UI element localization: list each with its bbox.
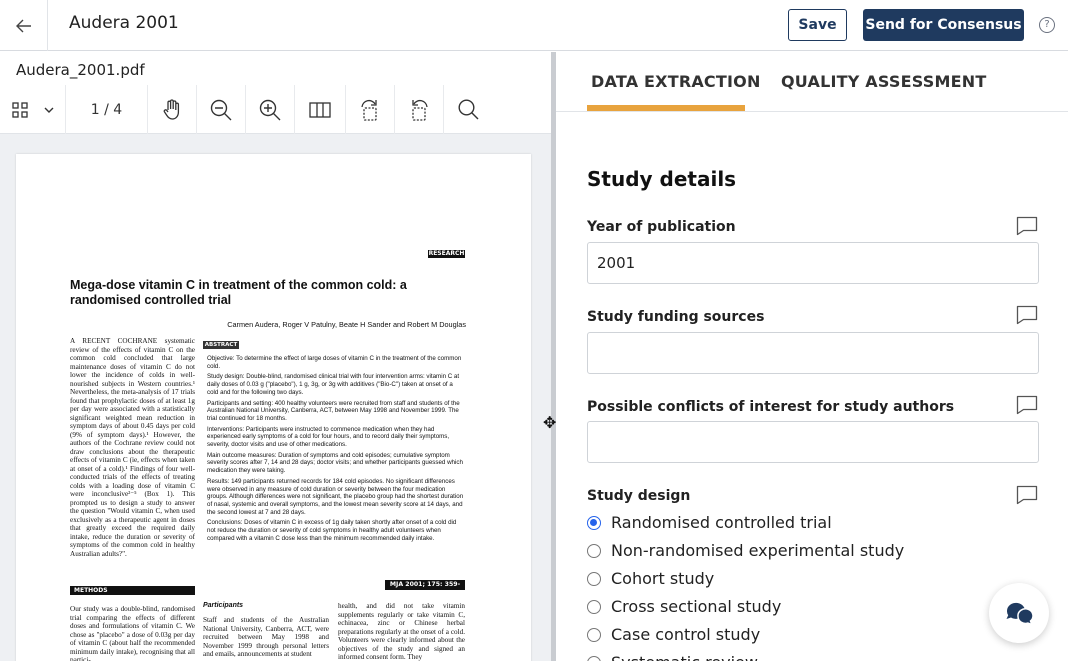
radio-label: Systematic review [611, 653, 758, 661]
chat-bubbles-icon [1006, 602, 1033, 626]
radio-label: Cohort study [611, 569, 715, 588]
pdf-page: RESEARCH Mega-dose vitamin C in treatmen… [16, 154, 531, 661]
abstract-results: Results: 149 participants returned recor… [207, 477, 464, 516]
conflicts-label: Possible conflicts of interest for study… [587, 399, 955, 415]
comment-icon[interactable] [1016, 395, 1038, 415]
zoom-in-button[interactable] [246, 85, 295, 134]
columns-icon [309, 101, 331, 118]
radio-systematic-review[interactable]: Systematic review [587, 653, 758, 661]
thumbnail-grid-button[interactable] [0, 85, 66, 134]
radio-unselected-icon [587, 571, 601, 586]
year-label: Year of publication [587, 219, 736, 235]
abstract-design: Study design: Double-blind, randomised c… [207, 373, 460, 396]
two-page-view-button[interactable] [295, 85, 346, 134]
methods-heading: METHODS [70, 586, 195, 595]
abstract-outcome: Main outcome measures: Duration of sympt… [207, 451, 463, 475]
participants-text: Staff and students of the Australian Nat… [203, 616, 329, 658]
grid-icon [11, 101, 28, 118]
journal-reference: MJA 2001; 175: 359-362 [385, 580, 465, 598]
radio-case-control-study[interactable]: Case control study [587, 625, 760, 644]
research-badge: RESEARCH [428, 250, 465, 258]
resize-handle-icon[interactable]: ✥ [543, 413, 556, 432]
pdf-toolbar: 1 / 4 [0, 85, 551, 134]
save-button[interactable]: Save [788, 9, 847, 41]
comment-icon[interactable] [1016, 305, 1038, 325]
funding-label: Study funding sources [587, 309, 765, 325]
abstract-body: Objective: To determine the effect of la… [207, 355, 465, 577]
page-title: Audera 2001 [69, 13, 179, 33]
radio-label: Non-randomised experimental study [611, 541, 905, 560]
arrow-left-icon [15, 19, 31, 32]
radio-label: Randomised controlled trial [611, 513, 832, 532]
radio-unselected-icon [587, 655, 601, 661]
zoom-out-button[interactable] [197, 85, 246, 134]
abstract-interventions: Interventions: Participants were instruc… [207, 425, 450, 449]
search-pdf-button[interactable] [444, 85, 493, 134]
active-tab-indicator [587, 105, 745, 111]
radio-non-randomised-experimental[interactable]: Non-randomised experimental study [587, 541, 904, 560]
abstract-heading: ABSTRACT [203, 341, 239, 349]
conflicts-input[interactable] [587, 421, 1039, 463]
chat-support-button[interactable] [989, 583, 1049, 643]
design-label: Study design [587, 488, 691, 504]
paper-authors: Carmen Audera, Roger V Patulny, Beate H … [227, 320, 466, 329]
pdf-file-name: Audera_2001.pdf [16, 61, 145, 79]
paper-title: Mega-dose vitamin C in treatment of the … [70, 278, 407, 307]
rotate-clockwise-icon [361, 99, 377, 121]
year-input[interactable] [587, 242, 1039, 284]
pdf-canvas[interactable]: RESEARCH Mega-dose vitamin C in treatmen… [0, 134, 551, 661]
tab-bar: DATA EXTRACTION QUALITY ASSESSMENT [556, 52, 1068, 112]
abstract-participants: Participants and setting: 400 healthy vo… [207, 399, 460, 422]
page-indicator[interactable]: 1 / 4 [66, 85, 148, 134]
hand-icon [163, 98, 180, 120]
radio-cohort-study[interactable]: Cohort study [587, 569, 714, 588]
comment-icon[interactable] [1016, 485, 1038, 505]
chevron-down-icon [44, 107, 53, 113]
extraction-panel: DATA EXTRACTION QUALITY ASSESSMENT Study… [556, 52, 1068, 661]
zoom-out-icon [210, 99, 232, 120]
funding-input[interactable] [587, 332, 1039, 374]
zoom-in-icon [259, 99, 281, 120]
radio-label: Cross sectional study [611, 597, 782, 616]
help-icon[interactable]: ? [1039, 17, 1055, 33]
radio-cross-sectional-study[interactable]: Cross sectional study [587, 597, 781, 616]
tab-data-extraction[interactable]: DATA EXTRACTION [591, 72, 761, 91]
send-for-consensus-button[interactable]: Send for Consensus [863, 9, 1024, 41]
page-number-text: 1 / 4 [90, 101, 123, 118]
rotate-counterclockwise-button[interactable] [395, 85, 444, 134]
tab-quality-assessment[interactable]: QUALITY ASSESSMENT [781, 72, 986, 91]
intro-column: A RECENT COCHRANE systematic review of t… [70, 337, 195, 558]
pan-tool-button[interactable] [148, 85, 197, 134]
comment-icon[interactable] [1016, 216, 1038, 236]
pdf-viewer-panel: Audera_2001.pdf 1 / 4 RESEARCH Mega-dose… [0, 52, 551, 661]
abstract-conclusions: Conclusions: Doses of vitamin C in exces… [207, 519, 457, 542]
radio-unselected-icon [587, 599, 601, 614]
search-icon [458, 99, 479, 120]
rotate-counterclockwise-icon [412, 99, 428, 121]
radio-label: Case control study [611, 625, 761, 644]
back-button[interactable] [0, 0, 48, 51]
methods-text: Our study was a double-blind, randomised… [70, 605, 195, 661]
top-bar: Audera 2001 Save Send for Consensus ? [0, 0, 1068, 51]
radio-selected-icon [587, 515, 601, 530]
participants-heading: Participants [203, 602, 244, 609]
radio-unselected-icon [587, 543, 601, 558]
radio-unselected-icon [587, 627, 601, 642]
column-3-text: health, and did not take vitamin supplem… [338, 602, 465, 661]
abstract-objective: Objective: To determine the effect of la… [207, 355, 462, 370]
rotate-clockwise-button[interactable] [346, 85, 395, 134]
radio-randomised-controlled-trial[interactable]: Randomised controlled trial [587, 513, 832, 532]
section-title: Study details [587, 167, 737, 191]
